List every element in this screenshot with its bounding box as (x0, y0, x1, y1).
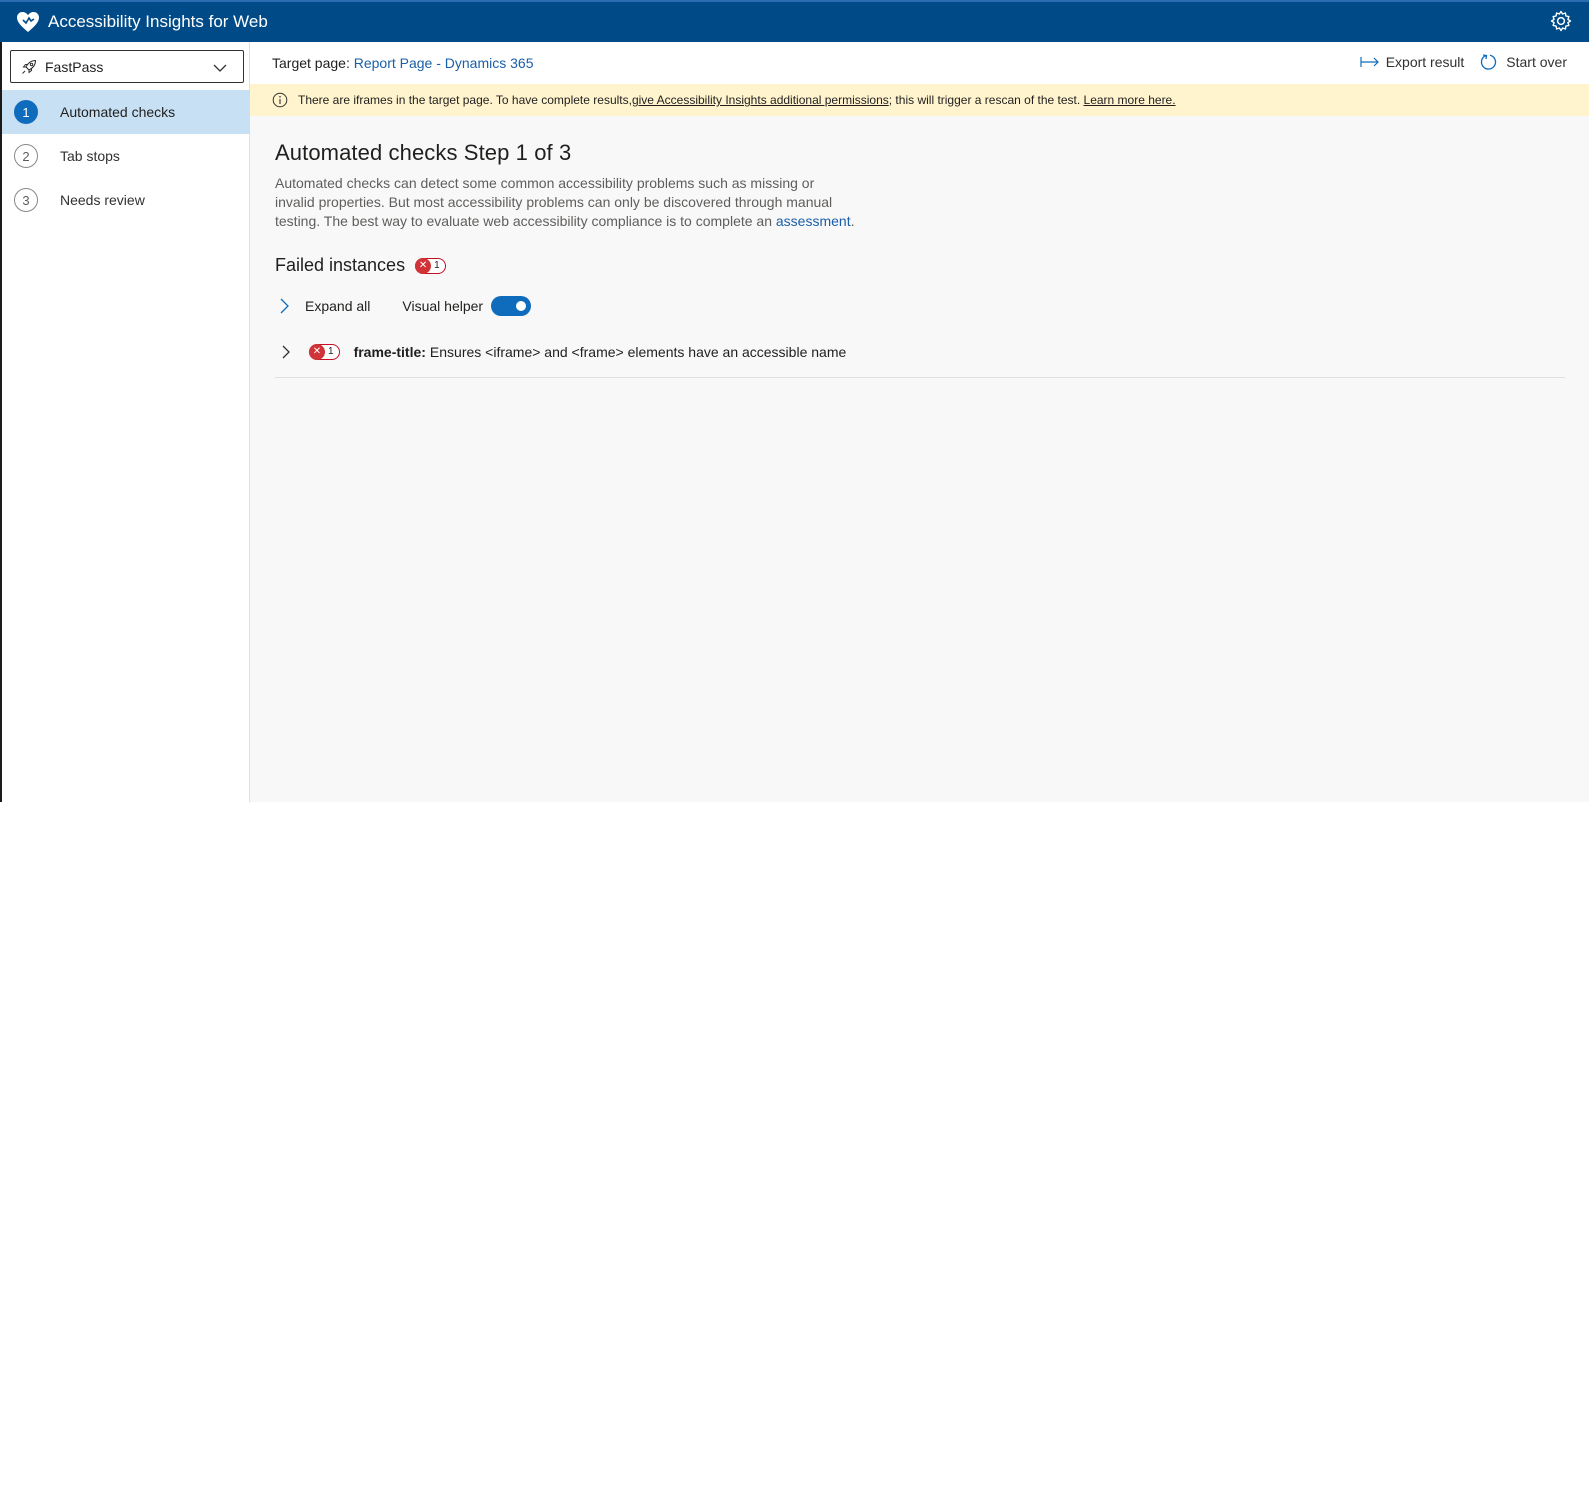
brand: Accessibility Insights for Web (16, 11, 268, 33)
nav-item-label: Needs review (60, 192, 145, 208)
start-over-label: Start over (1506, 54, 1567, 70)
nav-item-automated-checks[interactable]: 1 Automated checks (2, 90, 250, 134)
command-actions: Export result Start over (1344, 53, 1567, 71)
step-number: 2 (14, 144, 38, 168)
nav-item-label: Tab stops (60, 148, 120, 164)
expand-all-label: Expand all (305, 298, 371, 314)
description-text: Automated checks can detect some common … (275, 175, 833, 229)
notice-text-after: ; this will trigger a rescan of the test… (888, 93, 1084, 107)
rule-failure-badge: ✕ 1 (309, 343, 340, 360)
target-page-link[interactable]: Report Page - Dynamics 365 (354, 55, 534, 71)
content-area: Automated checks Step 1 of 3 Automated c… (275, 140, 1565, 378)
error-x-icon: ✕ (415, 257, 432, 274)
rule-row[interactable]: ✕ 1 frame-title: Ensures <iframe> and <f… (275, 340, 1565, 378)
heart-logo-icon (16, 11, 40, 33)
export-result-label: Export result (1385, 54, 1465, 70)
command-bar: Target page: Report Page - Dynamics 365 … (250, 42, 1589, 84)
main-panel: Target page: Report Page - Dynamics 365 … (250, 42, 1589, 802)
page-title: Automated checks Step 1 of 3 (275, 140, 572, 165)
nav-item-label: Automated checks (60, 104, 176, 120)
start-over-button[interactable]: Start over (1480, 53, 1567, 71)
chevron-down-icon (213, 61, 227, 73)
failure-count-badge: ✕ 1 (415, 257, 446, 274)
target-page-label: Target page: (272, 55, 350, 71)
step-number: 1 (14, 100, 38, 124)
results-controls: Expand all Visual helper (275, 294, 1565, 318)
gear-icon (1550, 10, 1572, 37)
step-number: 3 (14, 188, 38, 212)
mode-label: FastPass (45, 58, 104, 75)
toggle-knob (516, 301, 527, 311)
app-title: Accessibility Insights for Web (48, 12, 268, 31)
chevron-right-icon[interactable] (281, 345, 293, 359)
export-result-button[interactable]: Export result (1360, 53, 1465, 71)
nav-item-tab-stops[interactable]: 2 Tab stops (2, 134, 250, 178)
notice-text-before: There are iframes in the target page. To… (298, 93, 632, 107)
visual-helper-label: Visual helper (402, 298, 484, 314)
app-window: Accessibility Insights for Web FastPass … (0, 0, 1589, 802)
iframe-notice-bar: There are iframes in the target page. To… (250, 84, 1589, 116)
export-icon (1360, 53, 1380, 71)
learn-more-link[interactable]: Learn more here. (1084, 93, 1176, 107)
rocket-icon (21, 59, 37, 75)
expand-all-button[interactable]: Expand all (279, 298, 370, 314)
failed-instances-heading: Failed instances ✕ 1 (275, 255, 1565, 276)
failure-count: 1 (434, 260, 440, 271)
error-x-icon: ✕ (309, 343, 325, 360)
assessment-link[interactable]: assessment (776, 213, 851, 229)
app-header: Accessibility Insights for Web (0, 0, 1589, 42)
left-nav: FastPass 1 Automated checks 2 Tab stops … (0, 42, 250, 802)
mode-dropdown[interactable]: FastPass (10, 50, 244, 83)
failed-instances-title: Failed instances (275, 255, 406, 275)
page-description: Automated checks can detect some common … (275, 174, 855, 231)
chevron-right-icon (279, 298, 291, 314)
visual-helper: Visual helper (402, 296, 532, 316)
target-page: Target page: Report Page - Dynamics 365 (272, 55, 534, 71)
step-nav-list: 1 Automated checks 2 Tab stops 3 Needs r… (2, 90, 250, 222)
permissions-link[interactable]: give Accessibility Insights additional p… (632, 93, 889, 107)
settings-button[interactable] (1549, 10, 1573, 37)
description-end: . (850, 213, 855, 229)
nav-item-needs-review[interactable]: 3 Needs review (2, 178, 250, 222)
rule-id: frame-title: (353, 343, 426, 360)
refresh-icon (1480, 53, 1500, 71)
rule-failure-count: 1 (328, 346, 334, 357)
rule-description: Ensures <iframe> and <frame> elements ha… (429, 343, 847, 360)
visual-helper-toggle[interactable] (491, 296, 532, 316)
info-icon (272, 92, 288, 108)
